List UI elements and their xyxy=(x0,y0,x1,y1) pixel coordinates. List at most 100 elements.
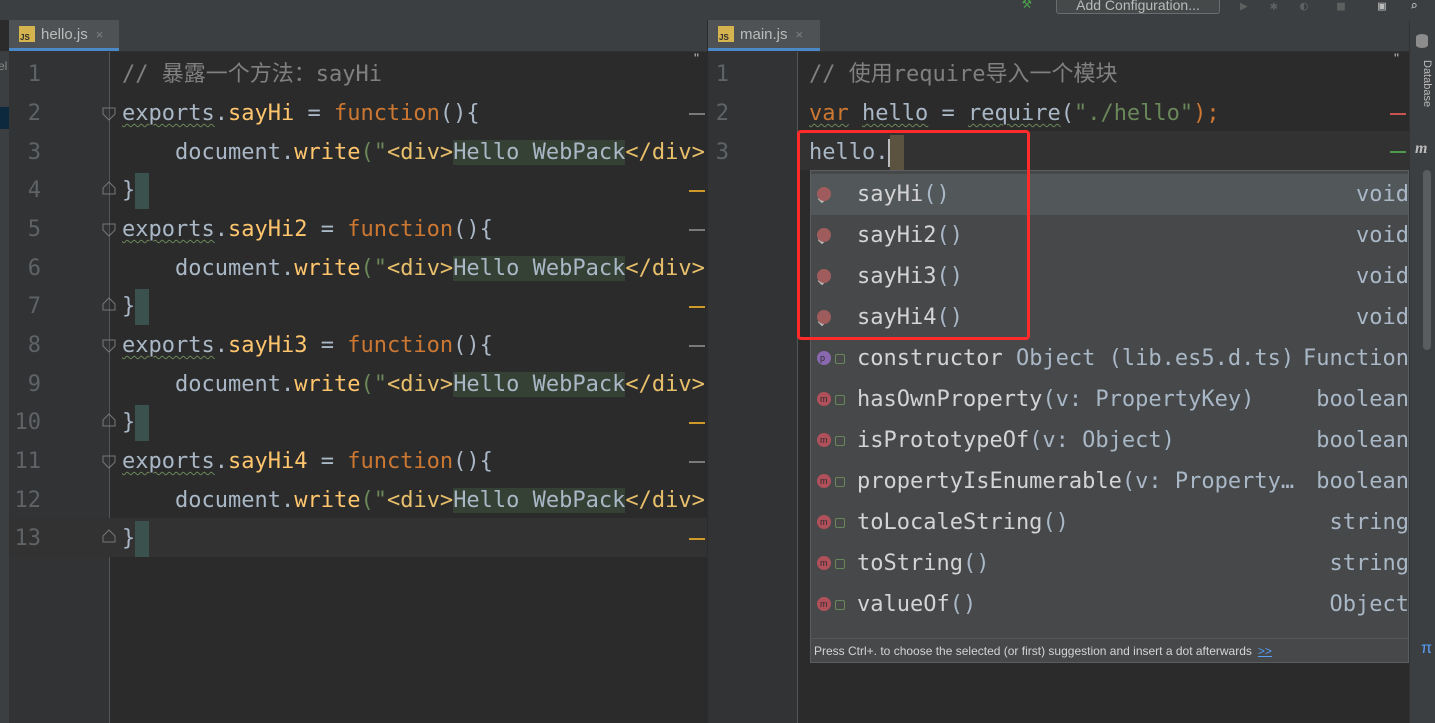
completion-item[interactable]: m toLocaleString() string xyxy=(811,502,1408,543)
code-operator: = xyxy=(307,333,348,358)
line-number: 13 xyxy=(14,526,42,551)
database-tool-button[interactable]: Database xyxy=(1413,60,1433,107)
scroll-marker[interactable] xyxy=(689,461,705,463)
code-html-tag: <div> xyxy=(386,488,454,513)
search-icon[interactable]: ⌕ xyxy=(1410,0,1418,14)
build-hammer-icon[interactable]: ⚒ xyxy=(1022,0,1032,11)
project-selected-row[interactable] xyxy=(0,107,9,129)
brace-match-highlight xyxy=(135,521,150,557)
tab-close-icon[interactable]: × xyxy=(796,27,804,42)
completion-item-label: toLocaleString() xyxy=(857,502,1069,543)
fold-open-icon[interactable] xyxy=(102,223,116,237)
tab-close-icon[interactable]: × xyxy=(96,27,104,42)
left-tab-bar: JS hello.js × xyxy=(9,20,707,52)
line-number: 1 xyxy=(27,62,41,87)
tab-hello-js[interactable]: JS hello.js × xyxy=(9,20,119,51)
method-icon: m xyxy=(817,433,831,447)
icon-badge: m xyxy=(820,558,828,568)
completion-item-label: constructor Object (lib.es5.d.ts) xyxy=(857,338,1294,379)
completion-item-name: valueOf xyxy=(857,592,950,617)
completion-more-link[interactable]: >> xyxy=(1258,644,1272,658)
completion-item-params: Object (lib.es5.d.ts) xyxy=(1002,346,1295,371)
scroll-marker[interactable] xyxy=(689,538,705,540)
scroll-marker[interactable] xyxy=(689,422,705,424)
editor-hello-js[interactable]: 1 2 3 4 5 6 7 8 9 10 11 12 13 // 暴露一个方法：… xyxy=(9,52,707,723)
visibility-icon xyxy=(835,518,845,528)
line-number: 3 xyxy=(715,140,729,165)
code-html-text: Hello WebPack xyxy=(453,140,626,165)
completion-scrollbar[interactable] xyxy=(1423,170,1431,350)
completion-item[interactable]: m propertyIsEnumerable(v: Property… boolea… xyxy=(811,461,1409,502)
code-html-tag: <div> xyxy=(386,256,454,281)
code-string: (" xyxy=(360,372,387,397)
completion-item[interactable]: p constructor Object (lib.es5.d.ts) Functi… xyxy=(811,338,1408,379)
icon-badge: m xyxy=(820,476,828,486)
code-line: var hello = require("./hello"); xyxy=(809,94,1220,133)
code-identifier: document xyxy=(175,140,281,165)
project-structure-icon[interactable]: ▣ xyxy=(1378,0,1386,14)
code-line: document.write("<div>Hello WebPack</div>… xyxy=(175,481,707,520)
code-identifier: exports xyxy=(122,217,215,242)
code-line: } xyxy=(122,287,150,326)
completion-item-params: (v: PropertyKey) xyxy=(1042,387,1255,412)
fold-close-icon[interactable] xyxy=(102,297,116,311)
visibility-icon xyxy=(835,600,845,610)
code-brace: } xyxy=(122,410,136,435)
code-html-text: Hello WebPack xyxy=(453,372,626,397)
fold-close-icon[interactable] xyxy=(102,529,116,543)
icon-badge: m xyxy=(820,599,828,609)
code-line: // 使用require导入一个模块 xyxy=(809,55,1117,94)
code-punct: . xyxy=(280,488,295,513)
code-variable: hello xyxy=(862,101,929,126)
completion-item[interactable]: m toString() string xyxy=(811,543,1408,584)
database-icon[interactable] xyxy=(1416,34,1428,48)
code-html-text: Hello WebPack xyxy=(453,488,626,513)
line-number: 10 xyxy=(14,410,42,435)
completion-item-type: Object xyxy=(1329,592,1409,617)
project-panel-strip: el xyxy=(0,51,9,723)
completion-item-type: boolean xyxy=(1316,428,1409,453)
scroll-marker[interactable] xyxy=(689,190,705,192)
scroll-marker[interactable] xyxy=(689,306,705,308)
add-configuration-button[interactable]: Add Configuration... xyxy=(1056,0,1220,14)
completion-hint-text: Press Ctrl+. to choose the selected (or … xyxy=(814,644,1252,658)
completion-item[interactable]: m valueOf() Object xyxy=(811,584,1409,625)
coverage-icon[interactable]: ◐ xyxy=(1300,0,1308,14)
pi-icon[interactable]: π xyxy=(1421,640,1432,658)
code-html-tag: </div> xyxy=(625,256,705,281)
scroll-marker[interactable] xyxy=(689,113,705,115)
completion-item-label: hasOwnProperty(v: PropertyKey) xyxy=(857,379,1254,420)
error-marker[interactable] xyxy=(1390,113,1406,115)
fold-open-icon[interactable] xyxy=(102,107,116,121)
code-method: write xyxy=(294,140,361,165)
scroll-marker[interactable] xyxy=(689,229,705,231)
completion-item-params: () xyxy=(949,592,977,617)
code-method: write xyxy=(294,372,361,397)
run-icon[interactable]: ▶ xyxy=(1240,0,1248,14)
tab-main-js[interactable]: JS main.js × xyxy=(708,20,820,51)
brace-match-highlight xyxy=(135,405,150,441)
code-identifier: exports xyxy=(122,101,215,126)
completion-item[interactable]: m isPrototypeOf(v: Object) boolean xyxy=(811,420,1409,461)
fold-open-icon[interactable] xyxy=(102,455,116,469)
line-number: 7 xyxy=(27,294,41,319)
code-method: write xyxy=(294,256,361,281)
reader-mode-icon[interactable]: " xyxy=(1394,52,1399,66)
debug-icon[interactable]: ✱ xyxy=(1270,0,1278,14)
code-brace: } xyxy=(122,178,136,203)
code-operator: = xyxy=(928,101,968,126)
ok-marker[interactable] xyxy=(1390,151,1406,153)
maven-tool-button[interactable]: m xyxy=(1415,140,1427,158)
code-brace: } xyxy=(122,526,136,551)
visibility-icon xyxy=(835,559,845,569)
fold-open-icon[interactable] xyxy=(102,339,116,353)
completion-item-type: boolean xyxy=(1316,469,1409,494)
fold-close-icon[interactable] xyxy=(102,413,116,427)
reader-mode-icon[interactable]: " xyxy=(694,52,699,66)
fold-close-icon[interactable] xyxy=(102,181,116,195)
code-punct: ); xyxy=(1193,101,1220,126)
scroll-marker[interactable] xyxy=(689,345,705,347)
completion-item[interactable]: m hasOwnProperty(v: PropertyKey) boolean xyxy=(811,379,1408,420)
js-file-icon: JS xyxy=(718,26,734,42)
stop-icon[interactable]: ■ xyxy=(1337,0,1345,14)
